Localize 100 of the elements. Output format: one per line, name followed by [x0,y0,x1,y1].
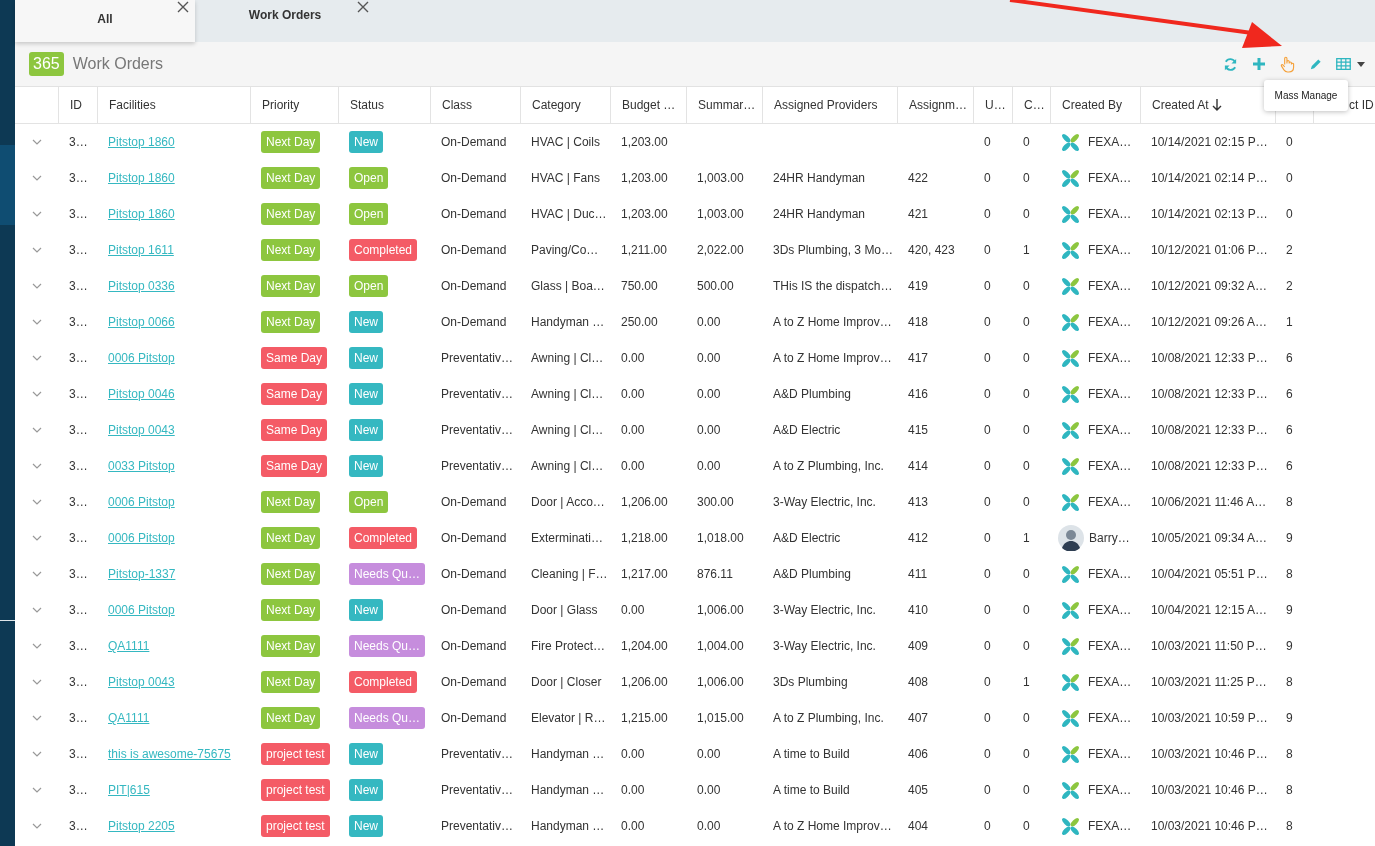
chevron-down-icon[interactable] [32,751,42,757]
close-icon[interactable] [177,1,189,13]
chevron-down-icon[interactable] [32,571,42,577]
facility-link[interactable]: Pitstop 0046 [108,387,175,401]
pencil-icon[interactable] [1309,57,1322,71]
column-header[interactable]: Status [350,98,385,112]
table-cell: 250.00 [621,315,658,329]
facility-link[interactable]: Pitstop 0066 [108,315,175,329]
column-header[interactable]: Facilities [109,98,156,112]
facility-link[interactable]: PIT|615 [108,783,150,797]
refresh-icon[interactable] [1223,56,1238,72]
facility-link[interactable]: Pitstop 0043 [108,423,175,437]
chevron-down-icon[interactable] [32,787,42,793]
chevron-down-icon[interactable] [32,391,42,397]
column-header[interactable]: Created At [1152,98,1209,112]
status-tag: New [349,419,383,441]
columns-button[interactable] [1336,58,1365,70]
chevron-down-icon[interactable] [32,211,42,217]
add-icon[interactable] [1252,57,1266,71]
table-cell: 8 [1286,495,1293,509]
table-cell: 3… [69,387,88,401]
column-header[interactable]: Assigned Providers [774,98,878,112]
table-cell: 10/03/2021 10:59 P… [1151,711,1268,725]
facility-link[interactable]: 0033 Pitstop [108,459,175,473]
table-cell: 0 [1023,639,1030,653]
facility-link[interactable]: Pitstop 1611 [108,243,174,257]
chevron-down-icon[interactable] [32,247,42,253]
table-cell: On-Demand [441,279,507,293]
facility-link[interactable]: Pitstop-1337 [108,567,176,581]
chevron-down-icon[interactable] [32,355,42,361]
table-cell: 0 [1023,783,1030,797]
chevron-down-icon[interactable] [32,499,42,505]
table-cell: Handyman … [531,783,605,797]
close-icon[interactable] [357,1,369,13]
column-header[interactable]: Budget … [622,98,676,112]
status-tag: New [349,311,383,333]
table-cell: Barry… [1089,531,1130,545]
chevron-down-icon[interactable] [32,139,42,145]
table-cell: 0.00 [621,747,645,761]
chevron-down-icon[interactable] [32,175,42,181]
status-tag: Open [349,491,389,513]
facility-link[interactable]: Pitstop 0336 [108,279,175,293]
table-cell: On-Demand [441,711,507,725]
table-cell: 421 [908,207,929,221]
facility-link[interactable]: Pitstop 1860 [108,135,175,149]
table-cell: 3… [69,135,88,149]
facility-link[interactable]: 0006 Pitstop [108,495,175,509]
chevron-down-icon[interactable] [32,319,42,325]
chevron-down-icon[interactable] [32,427,42,433]
sort-down-icon[interactable] [1211,99,1222,111]
column-header[interactable]: C… [1024,98,1045,112]
chevron-down-icon[interactable] [32,463,42,469]
chevron-down-icon[interactable] [32,535,42,541]
chevron-down-icon[interactable] [32,715,42,721]
tab[interactable]: Work Orders [195,0,375,42]
flower-logo-icon [1061,312,1080,332]
chevron-down-icon[interactable] [32,679,42,685]
flower-logo-icon [1061,600,1080,620]
facility-link[interactable]: QA1111 [108,711,150,725]
table-cell: 3… [69,567,88,581]
tab[interactable]: All [15,0,195,42]
table-cell: FEXA… [1088,567,1132,581]
chevron-down-icon[interactable] [32,823,42,829]
table-cell: 0 [984,315,991,329]
column-header[interactable]: Category [532,98,581,112]
facility-link[interactable]: 0006 Pitstop [108,351,175,365]
column-header[interactable]: Summar… [698,98,756,112]
chevron-down-icon[interactable] [32,643,42,649]
column-header[interactable]: Assignm… [909,98,967,112]
column-header[interactable]: ct ID [1349,98,1374,112]
facility-link[interactable]: this is awesome-75675 [108,747,231,761]
table-cell: 413 [908,495,929,509]
table-cell: 0 [1023,603,1030,617]
facility-link[interactable]: Pitstop 1860 [108,171,175,185]
status-tag: New [349,779,383,801]
facility-link[interactable]: Pitstop 1860 [108,207,175,221]
table-cell: 0 [1023,423,1030,437]
hand-pointer-icon[interactable] [1280,55,1295,73]
facility-link[interactable]: Pitstop 0043 [108,675,175,689]
facility-link[interactable]: 0006 Pitstop [108,531,175,545]
column-header[interactable]: ID [70,98,82,112]
chevron-down-icon[interactable] [32,283,42,289]
table-cell: 0.00 [621,603,645,617]
status-tag: Open [349,203,389,225]
column-header[interactable]: Created By [1062,98,1123,112]
facility-link[interactable]: Pitstop 2205 [108,819,175,833]
table-cell: 8 [1286,675,1293,689]
column-header[interactable]: Class [442,98,472,112]
chevron-down-icon[interactable] [32,607,42,613]
facility-link[interactable]: 0006 Pitstop [108,603,175,617]
column-header[interactable]: U… [985,98,1006,112]
table-cell: 416 [908,387,929,401]
priority-tag: Next Day [261,167,321,189]
table-cell: A time to Build [773,747,850,761]
facility-link[interactable]: QA1111 [108,639,150,653]
flower-logo-icon [1061,132,1080,152]
table-cell: 1,003.00 [697,171,744,185]
column-header[interactable]: Priority [262,98,300,112]
table-cell: 0 [984,387,991,401]
table-cell: 0 [1023,387,1030,401]
